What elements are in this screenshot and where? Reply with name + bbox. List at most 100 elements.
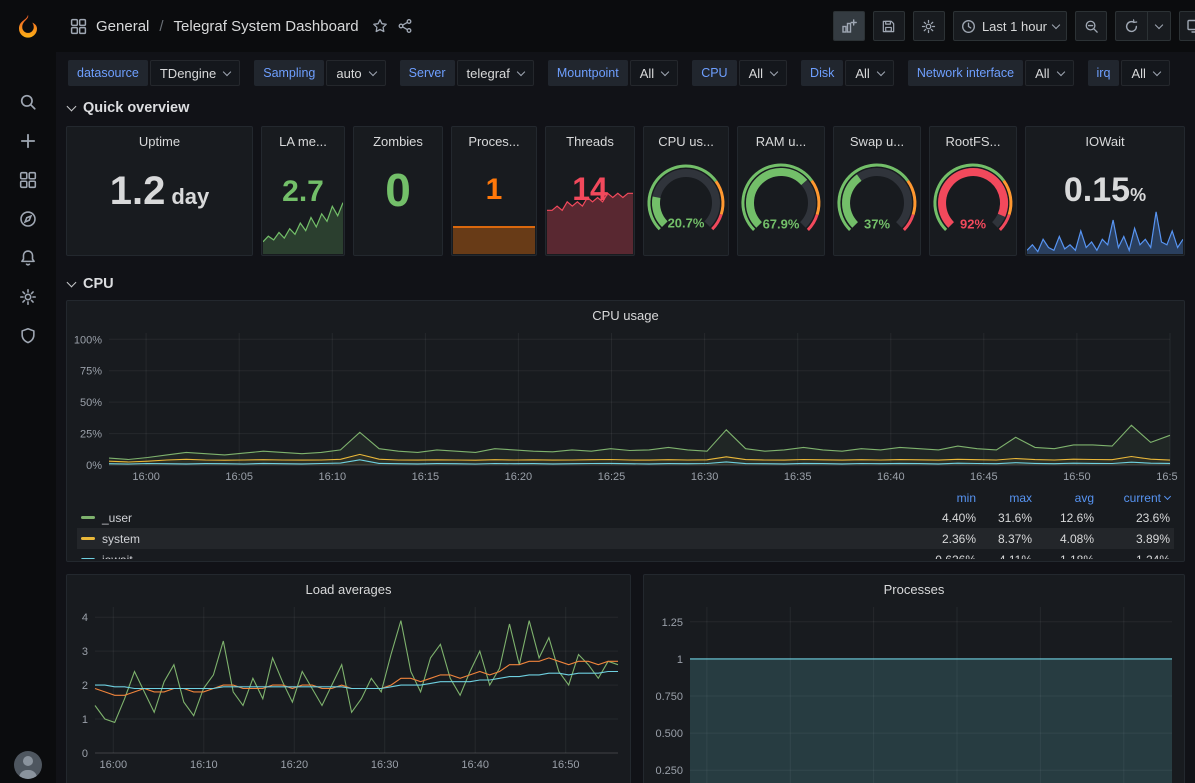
svg-text:16:45: 16:45 — [970, 471, 998, 483]
panel-title[interactable]: CPU us... — [644, 127, 728, 149]
panel-title[interactable]: Threads — [546, 127, 634, 149]
legend-header-avg[interactable]: avg — [1032, 491, 1094, 505]
irq-dropdown[interactable]: All — [1121, 60, 1169, 86]
series-name: _user — [102, 511, 132, 525]
swap-usage-gauge: 37% — [834, 151, 920, 251]
refresh-button-group — [1115, 11, 1171, 41]
load-averages-chart[interactable]: 0123416:0016:1016:2016:3016:4016:50 — [71, 599, 626, 771]
processes-value: 1 — [452, 175, 536, 205]
grafana-app: General / Telegraf System Dashboard — [0, 0, 1195, 783]
sidebar-item-create[interactable] — [0, 121, 56, 160]
panel-zombies: Zombies 0 — [353, 126, 443, 256]
add-panel-button[interactable] — [833, 11, 865, 41]
sidebar-nav — [0, 82, 56, 355]
panel-title[interactable]: Processes — [644, 575, 1184, 597]
sampling-dropdown[interactable]: auto — [326, 60, 385, 86]
save-dashboard-button[interactable] — [873, 11, 905, 41]
breadcrumb-dashboard-title[interactable]: Telegraf System Dashboard — [174, 18, 359, 35]
datasource-dropdown[interactable]: TDengine — [150, 60, 240, 86]
dashboard-settings-button[interactable] — [913, 11, 945, 41]
bell-icon — [19, 249, 37, 267]
zoom-out-button[interactable] — [1075, 11, 1107, 41]
disk-dropdown[interactable]: All — [845, 60, 893, 86]
filter-label: Server — [400, 60, 455, 86]
sidebar-item-search[interactable] — [0, 82, 56, 121]
panel-title[interactable]: RAM u... — [738, 127, 824, 149]
panel-title[interactable]: Swap u... — [834, 127, 920, 149]
avatar-body — [19, 770, 37, 779]
cpu-usage-chart[interactable]: 0%25%50%75%100%16:0016:0516:1016:1516:20… — [73, 327, 1178, 485]
sidebar — [0, 0, 56, 783]
legend-row-user[interactable]: _user 4.40% 31.6% 12.6% 23.6% — [77, 507, 1174, 528]
chevron-down-icon — [877, 67, 885, 75]
filter-label: CPU — [692, 60, 736, 86]
panel-rootfs-gauge: RootFS... 92% — [929, 126, 1017, 256]
server-dropdown[interactable]: telegraf — [457, 60, 534, 86]
mountpoint-dropdown[interactable]: All — [630, 60, 678, 86]
svg-text:92%: 92% — [960, 216, 986, 231]
sidebar-item-alerting[interactable] — [0, 238, 56, 277]
svg-text:25%: 25% — [80, 429, 102, 441]
panel-uptime: Uptime 1.2day — [66, 126, 253, 256]
section-title: Quick overview — [83, 100, 189, 116]
svg-text:16:20: 16:20 — [505, 471, 533, 483]
cycle-view-button[interactable] — [1179, 11, 1195, 41]
uptime-value: 1.2day — [67, 171, 252, 211]
svg-text:16:20: 16:20 — [281, 759, 309, 771]
legend-header-min[interactable]: min — [914, 491, 976, 505]
sidebar-item-explore[interactable] — [0, 199, 56, 238]
svg-text:16:05: 16:05 — [225, 471, 253, 483]
svg-text:0%: 0% — [86, 460, 102, 472]
navbar-actions: Last 1 hour — [833, 11, 1195, 41]
chevron-down-icon — [1052, 20, 1060, 28]
svg-text:0.250: 0.250 — [655, 765, 683, 777]
filter-label: Sampling — [254, 60, 324, 86]
panel-ram-gauge: RAM u... 67.9% — [737, 126, 825, 256]
svg-text:16:50: 16:50 — [1063, 471, 1091, 483]
panel-title[interactable]: Zombies — [354, 127, 442, 149]
iowait-value: 0.15% — [1026, 173, 1184, 207]
time-range-picker[interactable]: Last 1 hour — [953, 11, 1067, 41]
chevron-down-icon — [1155, 20, 1163, 28]
sidebar-item-server-admin[interactable] — [0, 316, 56, 355]
panel-processes-stat: Proces... 1 — [451, 126, 537, 256]
user-avatar[interactable] — [14, 751, 42, 779]
grafana-logo[interactable] — [0, 0, 56, 56]
svg-text:16:50: 16:50 — [552, 759, 580, 771]
cpu-usage-legend: min max avg current _user 4.40% 31.6% 12… — [77, 489, 1174, 559]
panel-title[interactable]: Uptime — [67, 127, 252, 149]
sidebar-item-dashboards[interactable] — [0, 160, 56, 199]
star-icon[interactable] — [372, 18, 388, 34]
svg-text:16:40: 16:40 — [877, 471, 905, 483]
filter-value: All — [749, 66, 763, 81]
svg-text:16:00: 16:00 — [100, 759, 128, 771]
filter-network-interface: Network interface All — [908, 60, 1074, 86]
cpu-dropdown[interactable]: All — [739, 60, 787, 86]
legend-row-system[interactable]: system 2.36% 8.37% 4.08% 3.89% — [77, 528, 1174, 549]
panel-title[interactable]: IOWait — [1026, 127, 1184, 149]
legend-header-max[interactable]: max — [976, 491, 1032, 505]
svg-text:2: 2 — [82, 680, 88, 692]
panel-title[interactable]: RootFS... — [930, 127, 1016, 149]
panel-title[interactable]: CPU usage — [67, 301, 1184, 323]
quick-overview-row: Uptime 1.2day LA me... 2.7 Zombies 0 Pro… — [66, 126, 1185, 256]
breadcrumb-folder[interactable]: General — [96, 18, 149, 35]
sidebar-item-configuration[interactable] — [0, 277, 56, 316]
dashboards-icon — [19, 171, 37, 189]
panel-title[interactable]: Proces... — [452, 127, 536, 149]
legend-row-iowait[interactable]: iowait 0.626% 4.11% 1.18% 1.24% — [77, 549, 1174, 559]
svg-text:50%: 50% — [80, 397, 102, 409]
filter-label: Disk — [801, 60, 843, 86]
tv-icon — [1187, 18, 1195, 34]
processes-chart[interactable]: 0.2500.5000.75011.25 — [648, 599, 1180, 783]
section-cpu[interactable]: CPU — [68, 272, 1185, 296]
refresh-interval-dropdown[interactable] — [1147, 11, 1171, 41]
refresh-button[interactable] — [1115, 11, 1147, 41]
share-icon[interactable] — [397, 18, 413, 34]
svg-text:37%: 37% — [864, 216, 890, 231]
panel-title[interactable]: LA me... — [262, 127, 344, 149]
panel-title[interactable]: Load averages — [67, 575, 630, 597]
section-quick-overview[interactable]: Quick overview — [68, 96, 1185, 120]
network-interface-dropdown[interactable]: All — [1025, 60, 1073, 86]
legend-header-current[interactable]: current — [1094, 491, 1170, 505]
